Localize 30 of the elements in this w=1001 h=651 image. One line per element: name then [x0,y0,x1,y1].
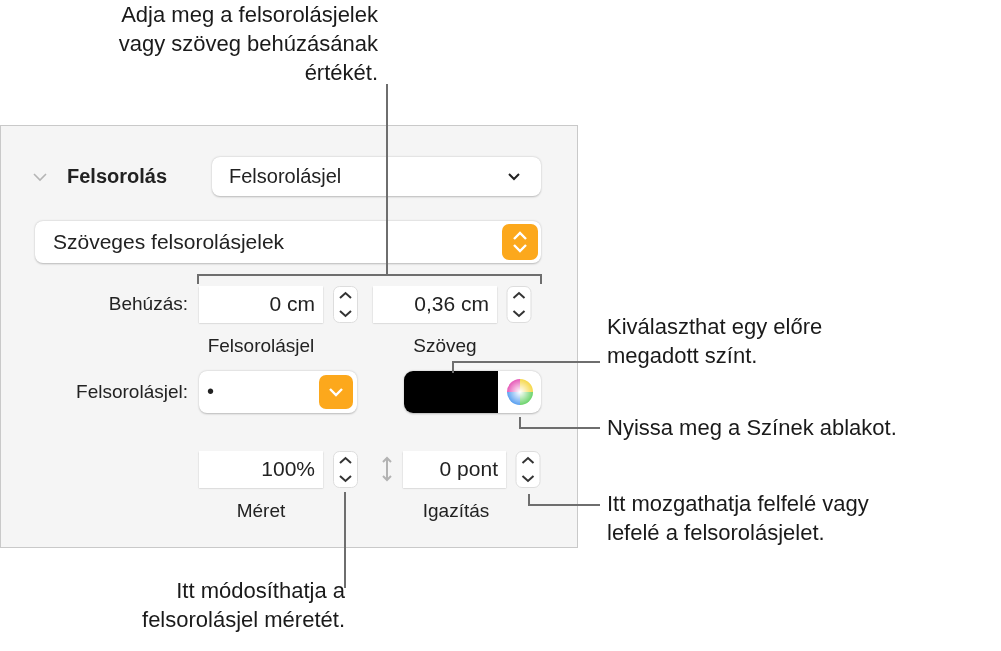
color-swatch[interactable] [404,370,498,413]
stepper[interactable] [515,450,541,488]
bullet-popup[interactable]: • [199,370,357,413]
callout-text: Nyissa meg a Színek ablakot. [607,414,897,442]
type-popup[interactable]: Szöveges felsorolásjelek [35,221,541,263]
callout-text: Adja meg a felsorolásjelek vagy szöveg behúzásának értékét. [117,1,378,87]
field-caption: Igazítás [421,500,491,522]
color-well[interactable] [404,370,541,413]
stepper[interactable] [333,450,358,488]
up-down-icon [502,224,538,260]
stepper[interactable] [333,285,358,323]
field-caption: Felsorolásjel [206,335,316,357]
bullet-label: Felsorolásjel: [75,380,188,403]
color-wheel-icon[interactable] [507,378,533,405]
chevron-down-icon [319,374,353,409]
section-title: Felsorolás [67,165,169,188]
callout-text: Itt mozgathatja felfelé vagy lefelé a felsorolásjelet. [607,490,869,547]
field-caption: Szöveg [412,335,478,357]
vertical-arrow-icon [381,456,393,482]
callout-text: Itt módosíthatja a felsorolásjel méretét. [141,577,345,634]
text-indent-field[interactable]: 0,36 cm [373,285,497,323]
stepper[interactable] [506,285,532,323]
chevron-down-icon [507,172,521,181]
alignment-field[interactable]: 0 pont [403,450,506,488]
bullet-indent-field[interactable]: 0 cm [199,285,323,323]
callout-text: Kiválaszthat egy előre megadott színt. [607,313,823,370]
indent-label: Behúzás: [107,293,188,315]
size-field[interactable]: 100% [199,450,323,488]
style-dropdown[interactable]: Felsorolásjel [212,157,541,196]
field-caption: Méret [235,500,287,522]
